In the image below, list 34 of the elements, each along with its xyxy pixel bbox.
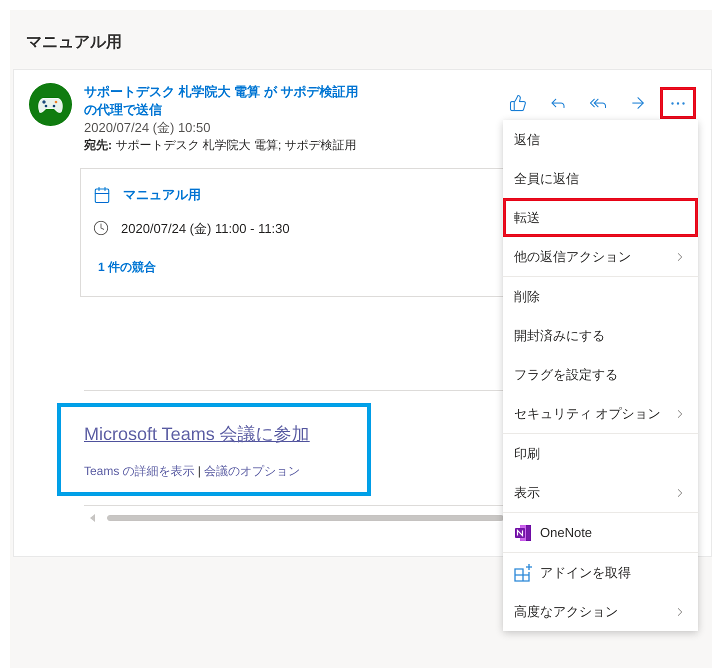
menu-item[interactable]: 開封済みにする: [503, 316, 698, 355]
sender-name[interactable]: サポートデスク 札学院大 電算 が サポデ検証用の代理で送信: [84, 83, 365, 119]
scroll-left-icon[interactable]: [90, 514, 95, 522]
menu-item[interactable]: 表示: [503, 473, 698, 512]
thumbs-up-icon: [509, 94, 527, 112]
calendar-icon: [93, 186, 111, 204]
menu-item[interactable]: アドインを取得: [503, 553, 698, 592]
join-meeting-link[interactable]: Microsoft Teams 会議に参加: [84, 421, 310, 448]
menu-item[interactable]: 他の返信アクション: [503, 237, 698, 276]
meeting-options-link[interactable]: 会議のオプション: [204, 462, 300, 480]
menu-item[interactable]: 印刷: [503, 434, 698, 473]
menu-item[interactable]: 全員に返信: [503, 159, 698, 198]
horizontal-scrollbar[interactable]: [90, 514, 504, 522]
page-title: マニュアル用: [25, 33, 123, 53]
clock-icon: [93, 220, 109, 236]
link-separator: |: [198, 463, 201, 480]
menu-item[interactable]: 転送: [503, 198, 698, 237]
teams-details-link[interactable]: Teams の詳細を表示: [84, 462, 195, 480]
event-time: 2020/07/24 (金) 11:00 - 11:30: [121, 220, 290, 238]
conflicts-link[interactable]: 1 件の競合: [98, 258, 156, 276]
menu-item[interactable]: 返信: [503, 120, 698, 159]
menu-item[interactable]: セキュリティ オプション: [503, 394, 698, 433]
menu-item[interactable]: 高度なアクション: [503, 592, 698, 631]
more-button[interactable]: [660, 87, 696, 119]
menu-item[interactable]: 削除: [503, 277, 698, 316]
avatar-icon: [29, 83, 72, 126]
more-icon: [671, 102, 685, 104]
recipients: 宛先: サポートデスク 札学院大 電算; サポデ検証用: [84, 137, 358, 154]
menu-item[interactable]: OneNote: [503, 513, 698, 552]
menu-item[interactable]: フラグを設定する: [503, 355, 698, 394]
notebook-icon: [514, 524, 532, 542]
grid-plus-icon: [514, 564, 532, 582]
sent-date: 2020/07/24 (金) 10:50: [84, 119, 212, 137]
event-title[interactable]: マニュアル用: [123, 185, 201, 204]
